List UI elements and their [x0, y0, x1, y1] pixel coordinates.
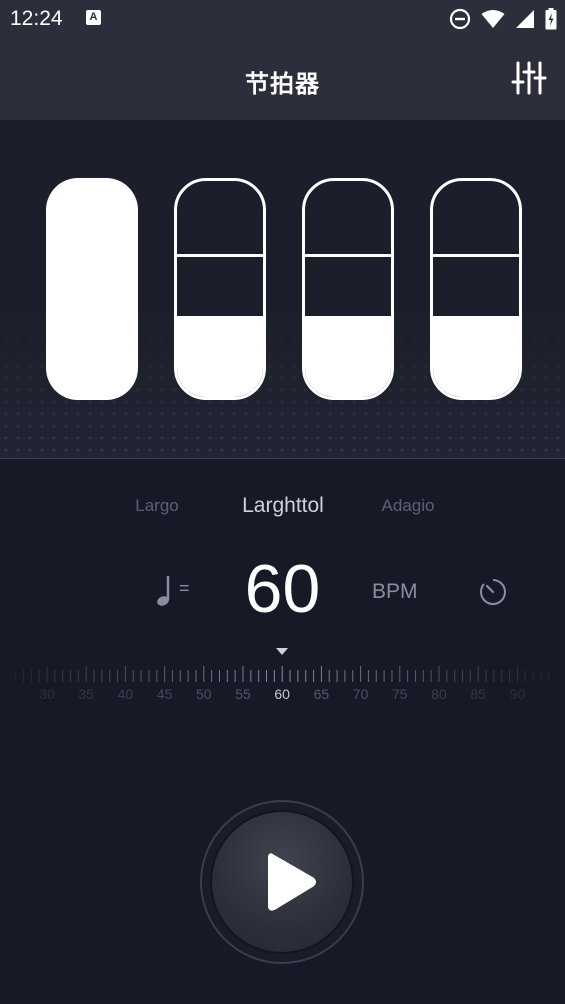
status-icons	[449, 8, 557, 30]
do-not-disturb-icon	[449, 8, 471, 30]
beat-pill-1[interactable]	[46, 178, 138, 400]
ruler-label: 90	[509, 686, 526, 702]
status-time: 12:24	[10, 7, 63, 30]
app-bar: 节拍器	[0, 40, 565, 120]
bpm-unit: BPM	[372, 580, 418, 603]
tempo-name-selected[interactable]: Larghttol	[213, 494, 353, 518]
ruler-label: 70	[352, 686, 369, 702]
ruler-label: 60	[274, 686, 290, 702]
notification-a-icon: A	[86, 10, 101, 25]
play-button-ring	[200, 800, 364, 964]
wifi-icon	[481, 10, 505, 28]
beat-panel	[0, 120, 565, 459]
tempo-name-prev[interactable]: Largo	[87, 496, 227, 516]
ruler-label: 45	[156, 686, 173, 702]
signal-icon	[516, 10, 534, 28]
ruler-label: 65	[313, 686, 330, 702]
battery-icon	[545, 8, 557, 30]
beat-pill-2[interactable]	[174, 178, 266, 400]
ruler-label: 80	[431, 686, 447, 702]
ruler-label: 30	[39, 686, 55, 702]
ruler-label: 85	[470, 686, 486, 702]
ruler-pointer-icon	[276, 648, 288, 655]
tempo-selector[interactable]: Largo Larghttol Adagio	[0, 494, 565, 526]
ruler-label: 40	[117, 686, 134, 702]
page-title: 节拍器	[245, 71, 320, 98]
sliders-icon	[511, 61, 547, 95]
ruler-label: 50	[196, 686, 212, 702]
ruler-label: 55	[235, 686, 251, 702]
beat-pill-3[interactable]	[302, 178, 394, 400]
beat-pill-4[interactable]	[430, 178, 522, 400]
timer-icon	[480, 578, 506, 605]
settings-button[interactable]	[511, 60, 547, 96]
ruler-label: 35	[78, 686, 94, 702]
play-button[interactable]	[212, 812, 352, 952]
bpm-row: = 60 BPM	[0, 550, 565, 630]
tempo-name-next[interactable]: Adagio	[338, 496, 478, 516]
status-bar: 12:24 A	[0, 0, 565, 40]
bpm-ruler[interactable]: 30 35 40 45 50 55 60 65 70 75 80 85 90	[0, 644, 565, 704]
ruler-label: 75	[392, 686, 408, 702]
timer-button[interactable]	[478, 577, 508, 612]
play-icon	[268, 853, 316, 911]
ruler-labels: 30 35 40 45 50 55 60 65 70 75 80 85 90	[0, 686, 565, 706]
